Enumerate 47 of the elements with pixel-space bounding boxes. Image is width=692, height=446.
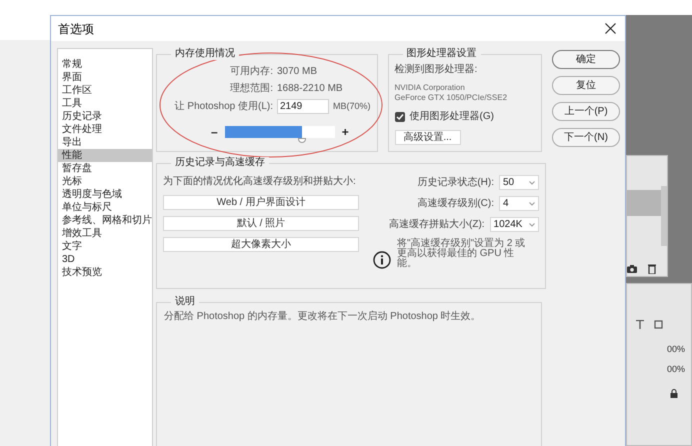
dialog-button[interactable]: 确定	[552, 50, 620, 69]
field-label: 可用内存:	[229, 64, 273, 79]
percent-value: 00%	[667, 343, 686, 356]
gpu-checkbox[interactable]	[394, 112, 405, 122]
percent-label: MB(70%)	[333, 100, 371, 113]
field-label: 让 Photoshop 使用(L):	[174, 100, 273, 114]
text-tool-icon[interactable]	[636, 320, 644, 329]
window-title: 首选项	[58, 20, 94, 38]
field-label: 高速缓存级别(C):	[417, 196, 494, 211]
gpu-model: GeForce GTX 1050/PCIe/SSE2	[394, 93, 508, 103]
sidebar-item[interactable]: 性能	[58, 149, 152, 162]
advanced-settings-button[interactable]: 高级设置...	[394, 130, 461, 145]
camera-icon[interactable]	[627, 265, 637, 273]
note-text: 将"高速缓存级别"设置为 2 或更高以获得最佳的 GPU 性能。	[397, 239, 526, 269]
description-text: 分配给 Photoshop 的内存量。更改将在下一次启动 Photoshop 时生效。	[163, 310, 482, 324]
optimize-label: 为下面的情况优化高速缓存级别和拼贴大小:	[163, 174, 357, 189]
field-label: 理想范围:	[229, 82, 273, 96]
memory-slider[interactable]	[224, 126, 335, 143]
dropdown-field[interactable]: 4	[499, 196, 539, 211]
caret-icon	[529, 222, 535, 226]
gpu-vendor: NVIDIA Corporation	[394, 83, 466, 93]
caret-icon	[529, 202, 535, 206]
memory-input[interactable]: 2149	[277, 99, 329, 114]
plus-label: +	[342, 126, 349, 138]
info-icon	[373, 251, 391, 269]
close-icon	[604, 23, 616, 34]
percent-value: 00%	[667, 363, 686, 376]
preset-button[interactable]: 超大像素大小	[163, 237, 359, 252]
caret-icon	[529, 180, 535, 184]
trash-icon[interactable]	[648, 264, 656, 274]
preset-button[interactable]: Web / 用户界面设计	[163, 195, 359, 210]
dropdown-field[interactable]: 1024K	[490, 217, 539, 232]
close-button[interactable]	[603, 22, 617, 36]
preset-button[interactable]: 默认 / 照片	[163, 216, 359, 231]
checkbox-label: 使用图形处理器(G)	[410, 110, 494, 124]
gpu-label: 检测到图形处理器:	[394, 62, 478, 77]
dropdown-field[interactable]: 50	[499, 175, 539, 190]
dialog-button[interactable]: 上一个(P)	[552, 102, 620, 121]
field-value: 3070 MB	[277, 65, 318, 79]
dialog-button[interactable]: 下一个(N)	[552, 128, 620, 147]
field-label: 历史记录状态(H):	[417, 176, 494, 190]
field-value: 1688-2210 MB	[277, 82, 343, 96]
minus-label: –	[211, 126, 218, 138]
field-label: 高速缓存拼贴大小(Z):	[389, 218, 485, 232]
dialog-button[interactable]: 复位	[552, 76, 620, 95]
lock-icon[interactable]	[670, 389, 678, 398]
slider-thumb[interactable]	[298, 138, 306, 143]
